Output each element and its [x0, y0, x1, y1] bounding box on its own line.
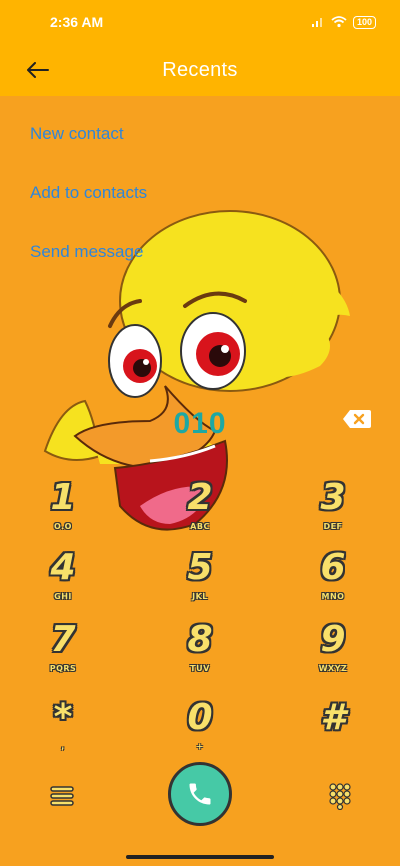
wifi-icon: [331, 16, 347, 28]
dialpad-button[interactable]: [326, 782, 354, 811]
key-8[interactable]: 8 TUV: [155, 622, 245, 686]
key-hash[interactable]: #: [288, 700, 378, 764]
key-digit: 0: [187, 697, 213, 738]
back-arrow-icon: [27, 62, 49, 78]
key-digit: *: [53, 697, 73, 738]
key-letters: JKL: [192, 592, 208, 601]
key-letters: ABC: [190, 522, 210, 531]
key-3[interactable]: 3 DEF: [288, 480, 378, 544]
key-9[interactable]: 9 WXYZ: [288, 622, 378, 686]
key-letters: MNO: [321, 592, 345, 601]
new-contact-link[interactable]: New contact: [30, 124, 124, 144]
key-letters: +: [196, 742, 204, 751]
key-letters: PQRS: [49, 664, 77, 673]
dialpad-icon: [329, 783, 351, 811]
key-digit: 3: [320, 477, 346, 518]
add-to-contacts-link[interactable]: Add to contacts: [30, 183, 147, 203]
key-letters: O.O: [54, 522, 72, 531]
key-digit: 1: [50, 477, 76, 518]
key-6[interactable]: 6 MNO: [288, 550, 378, 614]
signal-icon: [311, 18, 322, 27]
key-letters: TUV: [190, 664, 210, 673]
send-message-link[interactable]: Send message: [30, 242, 143, 262]
backspace-icon: [343, 410, 371, 428]
status-icons: 100: [311, 15, 376, 29]
dialed-number: 010: [173, 407, 227, 440]
key-digit: #: [320, 697, 346, 738]
key-digit: 6: [320, 547, 346, 588]
key-1[interactable]: 1 O.O: [18, 480, 108, 544]
key-digit: 4: [50, 547, 76, 588]
home-indicator[interactable]: [126, 855, 274, 859]
menu-icon: [50, 786, 74, 806]
status-bar: 2:36 AM 100: [0, 0, 400, 44]
key-digit: 2: [187, 477, 213, 518]
status-time: 2:36 AM: [50, 14, 104, 30]
back-button[interactable]: [20, 54, 56, 86]
key-digit: 9: [320, 619, 346, 660]
key-4[interactable]: 4 GHI: [18, 550, 108, 614]
key-0[interactable]: 0 +: [155, 700, 245, 764]
dialer-content: New contact Add to contacts Send message…: [0, 96, 400, 866]
key-2[interactable]: 2 ABC: [155, 480, 245, 544]
call-button[interactable]: [168, 762, 232, 826]
key-star[interactable]: * ,: [18, 700, 108, 764]
key-5[interactable]: 5 JKL: [155, 550, 245, 614]
key-letters: WXYZ: [318, 664, 348, 673]
menu-button[interactable]: [48, 782, 76, 810]
backspace-button[interactable]: [342, 408, 372, 430]
battery-icon: 100: [352, 15, 376, 29]
key-7[interactable]: 7 PQRS: [18, 622, 108, 686]
key-letters: GHI: [54, 592, 72, 601]
phone-icon: [189, 783, 211, 805]
dialer-action-bar: [0, 762, 400, 832]
app-header: Recents: [0, 44, 400, 96]
page-title: Recents: [162, 58, 238, 81]
key-digit: 8: [187, 619, 213, 660]
key-letters: ,: [61, 742, 65, 751]
key-digit: 7: [50, 619, 76, 660]
key-letters: DEF: [323, 522, 343, 531]
key-digit: 5: [187, 547, 213, 588]
